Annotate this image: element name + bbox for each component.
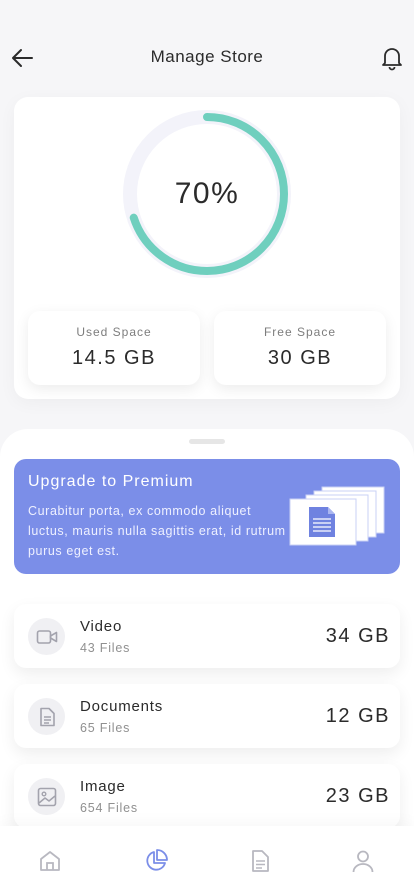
used-space-label: Used Space — [76, 325, 152, 339]
file-category-image[interactable]: Image 654 Files 23 GB — [14, 764, 400, 828]
upgrade-premium-banner[interactable]: Upgrade to Premium Curabitur porta, ex c… — [14, 459, 400, 574]
used-space-box: Used Space 14.5 GB — [28, 311, 200, 385]
bell-icon — [382, 48, 402, 71]
home-icon — [40, 851, 60, 871]
usage-percent: 70% — [174, 177, 240, 210]
nav-storage[interactable] — [143, 848, 169, 874]
file-category-video[interactable]: Video 43 Files 34 GB — [14, 604, 400, 668]
notifications-button[interactable] — [380, 45, 404, 71]
file-count: 65 Files — [80, 721, 131, 735]
nav-files[interactable] — [247, 848, 273, 874]
document-stack-icon — [289, 486, 385, 546]
free-space-value: 30 GB — [267, 347, 333, 369]
nav-home[interactable] — [37, 848, 63, 874]
premium-title: Upgrade to Premium — [28, 473, 194, 490]
file-name: Documents — [80, 698, 164, 715]
free-space-label: Free Space — [263, 325, 337, 339]
storage-card: 70% Used Space 14.5 GB Free Space 30 GB — [14, 97, 400, 399]
file-icon-circle — [28, 778, 65, 815]
file-icon-circle — [28, 618, 65, 655]
file-name: Image — [80, 778, 126, 795]
used-space-value: 14.5 GB — [72, 347, 156, 369]
sheet-handle[interactable] — [189, 439, 225, 444]
file-count: 43 Files — [80, 641, 131, 655]
nav-profile[interactable] — [350, 848, 376, 874]
file-icon-circle — [28, 698, 65, 735]
video-icon — [36, 629, 57, 644]
file-count: 654 Files — [80, 801, 138, 815]
file-category-documents[interactable]: Documents 65 Files 12 GB — [14, 684, 400, 748]
pie-chart-icon — [146, 849, 168, 871]
free-space-box: Free Space 30 GB — [214, 311, 386, 385]
document-icon — [39, 707, 55, 726]
file-name: Video — [80, 618, 123, 635]
file-icon — [252, 850, 269, 872]
file-size: 23 GB — [325, 785, 390, 807]
user-icon — [352, 850, 374, 873]
premium-description: Curabitur porta, ex commodo aliquet luct… — [28, 504, 286, 558]
page-title: Manage Store — [150, 47, 264, 66]
image-icon — [37, 787, 56, 806]
file-size: 34 GB — [325, 625, 390, 647]
bottom-navigation — [0, 826, 414, 896]
file-size: 12 GB — [325, 705, 390, 727]
header: Manage Store — [0, 0, 414, 100]
